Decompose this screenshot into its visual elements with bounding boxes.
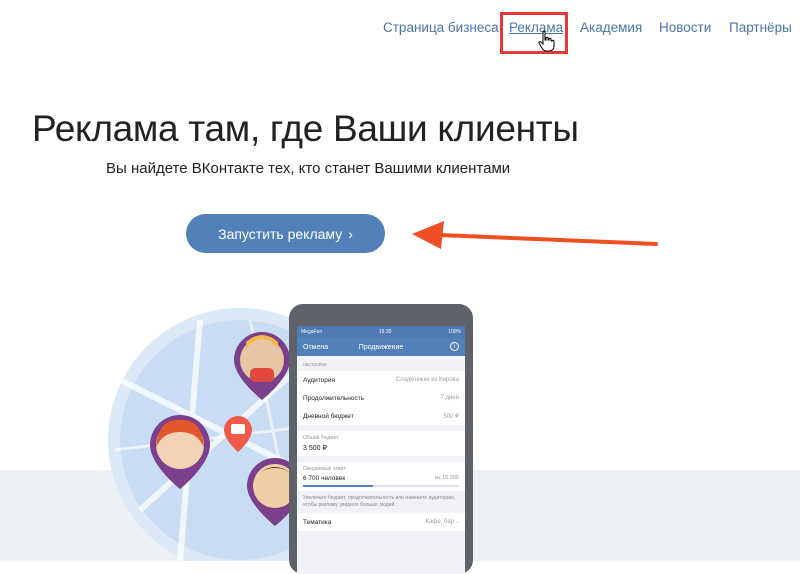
info-icon[interactable]: i [450, 342, 459, 351]
app-header: Отмена Продвижение i [297, 338, 465, 356]
status-battery: 100% [448, 329, 461, 335]
reach-progress-fill [303, 485, 374, 487]
total-budget-caption: Общий бюджет [303, 435, 339, 441]
settings-row-label: Тематика [303, 518, 332, 526]
settings-row-audience[interactable]: Аудитория Сладкоежки из Кирова [297, 371, 465, 389]
settings-row-value: 7 дней [440, 395, 459, 401]
settings-row-label: Дневной бюджет [303, 412, 354, 420]
reach-hint: Увеличьте бюджет, продолжительность или … [303, 495, 456, 508]
total-budget-value: 3 500 ₽ [303, 445, 327, 452]
total-budget-block: Общий бюджет 3 500 ₽ [297, 431, 465, 456]
reach-value: 6 700 человек [303, 475, 346, 482]
reach-progress-bar [303, 485, 459, 487]
phone-status-bar: MegaFon 16:30 100% [297, 326, 465, 338]
settings-row-topic[interactable]: Тематика Кафе, бар... [297, 513, 465, 531]
reach-block: Ожидаемый охват 6 700 человек из 15 000 [297, 462, 465, 491]
status-carrier: MegaFon [301, 329, 323, 335]
topic-card: Тематика Кафе, бар... [297, 513, 465, 531]
settings-row-value: Кафе, бар... [425, 519, 459, 525]
settings-card: Аудитория Сладкоежки из Кирова Продолжит… [297, 371, 465, 425]
settings-row-value: 500 ₽ [443, 413, 460, 420]
phone-mockup: MegaFon 16:30 100% Отмена Продвижение i … [289, 304, 473, 574]
reach-caption: Ожидаемый охват [303, 466, 346, 472]
settings-row-label: Аудитория [303, 376, 336, 384]
phone-screen: MegaFon 16:30 100% Отмена Продвижение i … [297, 326, 465, 574]
app-header-title: Продвижение [358, 343, 404, 351]
settings-row-label: Продолжительность [303, 394, 365, 402]
reach-total: из 15 000 [435, 475, 459, 481]
settings-caption: настройки [303, 362, 327, 368]
settings-row-daily-budget[interactable]: Дневной бюджет 500 ₽ [297, 407, 465, 425]
status-time: 16:30 [378, 329, 392, 335]
settings-row-duration[interactable]: Продолжительность 7 дней [297, 389, 465, 407]
settings-row-value: Сладкоежки из Кирова [395, 377, 459, 383]
